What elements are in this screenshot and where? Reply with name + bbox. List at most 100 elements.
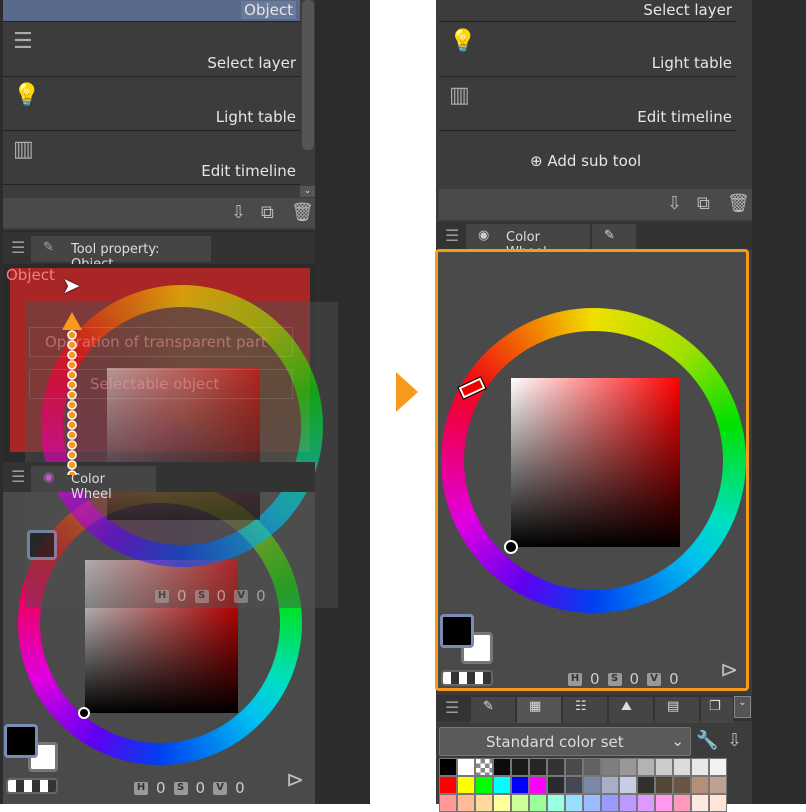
color-swatch[interactable] xyxy=(439,776,457,794)
tab-color-wheel[interactable]: ◉Color Wheel xyxy=(466,224,590,260)
tab-tool-property[interactable]: ✎ xyxy=(592,224,636,250)
color-swatch[interactable] xyxy=(601,758,619,776)
transparent-swatch[interactable] xyxy=(6,778,58,794)
color-swatch[interactable] xyxy=(601,776,619,794)
hsv-readout: H0S0V0 xyxy=(134,779,245,797)
color-swatch[interactable] xyxy=(547,794,565,812)
color-swatch[interactable] xyxy=(475,758,493,776)
color-swatch[interactable] xyxy=(691,758,709,776)
color-swatch[interactable] xyxy=(691,776,709,794)
color-swatch[interactable] xyxy=(709,794,727,812)
color-swatch[interactable] xyxy=(439,794,457,812)
color-swatch[interactable] xyxy=(529,794,547,812)
layer-icon: ❐ xyxy=(709,699,721,714)
color-swatch[interactable] xyxy=(565,776,583,794)
color-swatch[interactable] xyxy=(457,794,475,812)
color-swatch[interactable] xyxy=(547,758,565,776)
tab-material[interactable]: ⛰ xyxy=(609,697,653,723)
sv-square[interactable] xyxy=(511,378,680,547)
color-swatch[interactable] xyxy=(673,776,691,794)
color-swatch[interactable] xyxy=(529,776,547,794)
subtool-edit-timeline[interactable]: ▥ Edit timeline xyxy=(3,131,300,185)
more-tabs-button[interactable]: ⌄ xyxy=(734,696,751,718)
subtool-select-layer[interactable]: Select layer xyxy=(439,0,736,22)
main-color-swatch[interactable] xyxy=(4,724,38,758)
color-swatch[interactable] xyxy=(691,794,709,812)
color-set-dropdown[interactable]: Standard color set ⌄ xyxy=(439,727,691,756)
trash-icon[interactable]: 🗑 xyxy=(291,202,314,223)
duplicate-icon[interactable]: ⧉ xyxy=(697,193,710,214)
add-sub-tool-button[interactable]: ⊕ Add sub tool xyxy=(530,152,641,170)
menu-icon[interactable]: ☰ xyxy=(445,698,459,717)
tab-color-wheel[interactable]: ◉Color Wheel xyxy=(31,466,156,502)
tab-tool-property[interactable]: ✎ xyxy=(471,697,515,723)
color-swatch[interactable] xyxy=(493,776,511,794)
edit-timeline-icon: ▥ xyxy=(449,83,470,108)
main-color-swatch[interactable] xyxy=(440,614,474,648)
play-icon[interactable]: ⊳ xyxy=(720,658,738,683)
color-swatch[interactable] xyxy=(511,776,529,794)
import-icon[interactable]: ⇩ xyxy=(667,193,682,214)
color-swatch[interactable] xyxy=(457,758,475,776)
import-icon[interactable]: ⇩ xyxy=(727,730,742,751)
color-swatch[interactable] xyxy=(709,776,727,794)
color-swatch[interactable] xyxy=(475,794,493,812)
color-swatch[interactable] xyxy=(655,776,673,794)
duplicate-icon[interactable]: ⧉ xyxy=(261,202,274,223)
import-icon[interactable]: ⇩ xyxy=(231,202,246,223)
color-swatch[interactable] xyxy=(511,794,529,812)
color-swatch[interactable] xyxy=(493,794,511,812)
color-swatch[interactable] xyxy=(583,794,601,812)
color-swatch[interactable] xyxy=(709,758,727,776)
color-swatch[interactable] xyxy=(475,776,493,794)
color-swatch[interactable] xyxy=(637,794,655,812)
color-swatch[interactable] xyxy=(439,758,457,776)
sv-cursor[interactable] xyxy=(504,540,518,554)
color-swatch[interactable] xyxy=(619,758,637,776)
color-swatch[interactable] xyxy=(583,776,601,794)
subtool-light-table[interactable]: 💡 Light table xyxy=(439,23,736,77)
sv-cursor[interactable] xyxy=(78,707,90,719)
color-palette xyxy=(439,758,733,812)
color-swatch[interactable] xyxy=(637,758,655,776)
menu-icon[interactable]: ☰ xyxy=(11,467,25,486)
color-swatch[interactable] xyxy=(457,776,475,794)
color-swatch[interactable] xyxy=(619,776,637,794)
scroll-down-button[interactable]: ⌄ xyxy=(300,186,315,197)
drag-path-dots xyxy=(67,330,77,475)
subtool-toolbar: ⇩ ⧉ 🗑 xyxy=(439,189,752,220)
subtool-edit-timeline[interactable]: ▥ Edit timeline xyxy=(439,77,736,131)
play-icon[interactable]: ⊳ xyxy=(286,768,304,793)
tab-layer-property[interactable]: ☷ xyxy=(563,697,607,723)
color-swatch[interactable] xyxy=(619,794,637,812)
color-swatch[interactable] xyxy=(673,794,691,812)
color-swatch[interactable] xyxy=(601,794,619,812)
right-subtool-panel: Select layer 💡 Light table ▥ Edit timeline… xyxy=(436,0,752,222)
film-icon: ▤ xyxy=(667,699,680,714)
color-swatch[interactable] xyxy=(511,758,529,776)
menu-icon[interactable]: ☰ xyxy=(11,238,25,257)
subtool-select-layer[interactable]: ☰ Select layer xyxy=(3,23,300,77)
color-swatch[interactable] xyxy=(673,758,691,776)
subtool-light-table[interactable]: 💡 Light table xyxy=(3,77,300,131)
menu-icon[interactable]: ☰ xyxy=(445,226,459,245)
transparent-swatch[interactable] xyxy=(441,670,493,686)
color-swatch[interactable] xyxy=(493,758,511,776)
color-swatch[interactable] xyxy=(637,776,655,794)
tab-layer[interactable]: ❐ xyxy=(701,697,733,723)
subtool-object[interactable]: Object xyxy=(3,0,300,22)
tool-property-icon: ✎ xyxy=(604,228,615,243)
color-swatch[interactable] xyxy=(655,794,673,812)
wrench-icon[interactable]: 🔧 xyxy=(696,730,718,751)
trash-icon[interactable]: 🗑 xyxy=(727,193,750,214)
tab-tool-property[interactable]: ✎Tool property: Object xyxy=(31,236,211,272)
scrollbar[interactable] xyxy=(302,0,314,150)
color-swatch[interactable] xyxy=(565,794,583,812)
color-swatch[interactable] xyxy=(655,758,673,776)
color-swatch[interactable] xyxy=(583,758,601,776)
color-swatch[interactable] xyxy=(565,758,583,776)
color-swatch[interactable] xyxy=(529,758,547,776)
tab-color-set[interactable]: ▦ xyxy=(517,697,561,723)
tab-timeline[interactable]: ▤ xyxy=(655,697,699,723)
color-swatch[interactable] xyxy=(547,776,565,794)
